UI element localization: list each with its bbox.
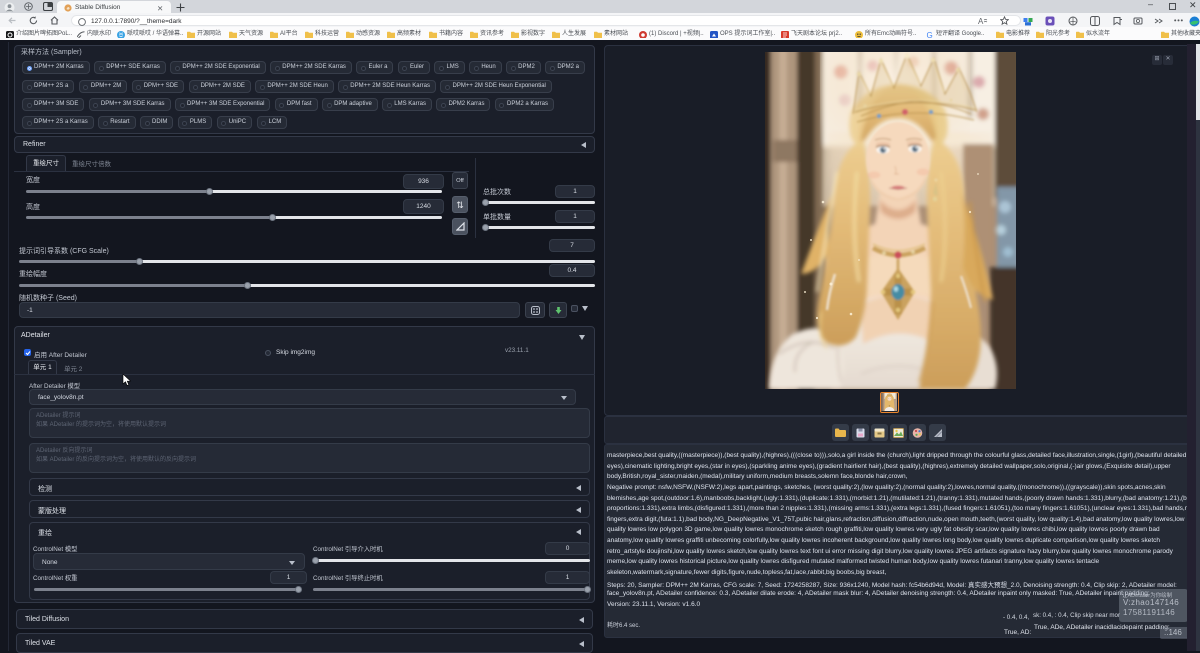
svg-text:A: A (978, 17, 984, 25)
svg-text:G: G (927, 31, 933, 38)
